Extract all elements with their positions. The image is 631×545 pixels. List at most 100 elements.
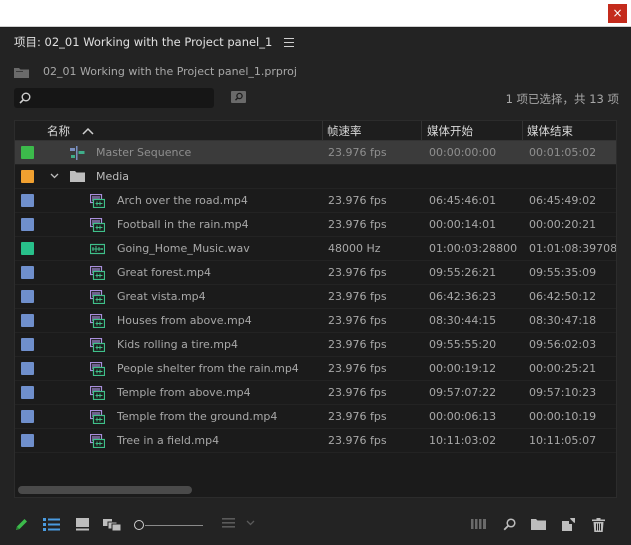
item-frame-rate: 23.976 fps (328, 386, 387, 399)
table-row[interactable]: Kids rolling a tire.mp4 23.976 fps 09:55:5… (15, 333, 616, 357)
table-row[interactable]: Football in the rain.mp4 23.976 fps 00:00:… (15, 213, 616, 237)
item-media-end: 09:57:10:23 (529, 386, 597, 399)
table-header: 名称 帧速率 媒体开始 媒体结束 (15, 121, 616, 141)
item-name: Tree in a field.mp4 (117, 434, 220, 447)
close-window-button[interactable]: × (608, 4, 627, 23)
item-name: Great vista.mp4 (117, 290, 206, 303)
item-media-end: 01:01:08:39708 (529, 242, 617, 255)
table-row[interactable]: Temple from the ground.mp4 23.976 fps 00:0… (15, 405, 616, 429)
project-file-icon (14, 67, 29, 78)
video-clip-icon (90, 410, 105, 424)
horizontal-scrollbar[interactable] (18, 486, 192, 494)
label-color-swatch[interactable] (21, 386, 34, 399)
video-clip-icon (90, 338, 105, 352)
item-name: Going_Home_Music.wav (117, 242, 250, 255)
item-name: Houses from above.mp4 (117, 314, 252, 327)
item-media-start: 00:00:06:13 (429, 410, 497, 423)
item-media-end: 06:45:49:02 (529, 194, 597, 207)
item-frame-rate: 23.976 fps (328, 434, 387, 447)
trash-icon[interactable] (592, 518, 605, 532)
video-clip-icon (90, 314, 105, 328)
item-media-start: 06:45:46:01 (429, 194, 497, 207)
column-divider[interactable] (421, 121, 422, 141)
video-clip-icon (90, 266, 105, 280)
table-body: Master Sequence 23.976 fps 00:00:00:00 00:0… (15, 141, 617, 453)
label-color-swatch[interactable] (21, 434, 34, 447)
panel-menu-icon[interactable] (284, 37, 295, 47)
item-media-start: 00:00:14:01 (429, 218, 497, 231)
table-row[interactable]: Houses from above.mp4 23.976 fps 08:30:44:… (15, 309, 616, 333)
column-header-media-start[interactable]: 媒体开始 (427, 123, 473, 139)
item-name: Temple from the ground.mp4 (117, 410, 278, 423)
table-row[interactable]: Temple from above.mp4 23.976 fps 09:57:07:… (15, 381, 616, 405)
table-row[interactable]: Media (15, 165, 616, 189)
sequence-icon (70, 146, 85, 160)
sort-ascending-icon (82, 127, 94, 135)
zoom-slider-handle[interactable] (134, 520, 144, 530)
zoom-slider-track[interactable] (145, 525, 203, 526)
column-divider[interactable] (522, 121, 523, 141)
label-color-swatch[interactable] (21, 194, 34, 207)
item-frame-rate: 23.976 fps (328, 338, 387, 351)
column-divider[interactable] (322, 121, 323, 141)
search-input[interactable] (36, 90, 208, 106)
table-row[interactable]: Great vista.mp4 23.976 fps 06:42:36:23 06:4… (15, 285, 616, 309)
table-row[interactable]: Master Sequence 23.976 fps 00:00:00:00 00:0… (15, 141, 616, 165)
item-media-end: 00:00:25:21 (529, 362, 597, 375)
new-bin-icon[interactable] (531, 518, 546, 530)
panel-title[interactable]: 项目: 02_01 Working with the Project panel… (14, 34, 272, 50)
item-media-end: 00:00:20:21 (529, 218, 597, 231)
column-header-frame-rate[interactable]: 帧速率 (327, 123, 362, 139)
item-name: Great forest.mp4 (117, 266, 212, 279)
label-color-swatch[interactable] (21, 338, 34, 351)
item-frame-rate: 23.976 fps (328, 146, 387, 159)
item-media-start: 06:42:36:23 (429, 290, 497, 303)
video-clip-icon (90, 290, 105, 304)
chevron-down-icon[interactable] (246, 520, 255, 526)
search-box[interactable] (14, 88, 214, 108)
label-color-swatch[interactable] (21, 410, 34, 423)
item-media-end: 08:30:47:18 (529, 314, 597, 327)
expand-chevron-icon[interactable] (50, 173, 59, 179)
label-color-swatch[interactable] (21, 314, 34, 327)
automate-to-sequence-icon[interactable] (471, 518, 486, 530)
label-color-swatch[interactable] (21, 170, 34, 183)
label-color-swatch[interactable] (21, 290, 34, 303)
item-media-end: 00:01:05:02 (529, 146, 597, 159)
icon-view-icon[interactable] (76, 518, 89, 531)
new-item-icon[interactable] (562, 518, 575, 531)
column-header-name[interactable]: 名称 (47, 123, 94, 139)
item-media-start: 00:00:19:12 (429, 362, 497, 375)
item-name: Media (96, 170, 130, 183)
item-media-start: 01:00:03:28800 (429, 242, 518, 255)
video-clip-icon (90, 434, 105, 448)
label-color-swatch[interactable] (21, 146, 34, 159)
freeform-view-icon[interactable] (103, 518, 121, 531)
item-media-end: 10:11:05:07 (529, 434, 597, 447)
column-header-media-end[interactable]: 媒体结束 (527, 123, 573, 139)
table-row[interactable]: Arch over the road.mp4 23.976 fps 06:45:46… (15, 189, 616, 213)
find-icon[interactable] (503, 518, 516, 531)
find-icon[interactable] (231, 91, 246, 103)
sort-icon[interactable] (222, 518, 237, 530)
folder-icon (70, 171, 85, 182)
item-media-start: 10:11:03:02 (429, 434, 497, 447)
label-color-swatch[interactable] (21, 362, 34, 375)
item-media-end: 09:55:35:09 (529, 266, 597, 279)
item-frame-rate: 23.976 fps (328, 290, 387, 303)
table-row[interactable]: Great forest.mp4 23.976 fps 09:55:26:21 09:… (15, 261, 616, 285)
label-color-swatch[interactable] (21, 266, 34, 279)
project-file-name: 02_01 Working with the Project panel_1.p… (43, 65, 297, 78)
table-row[interactable]: Tree in a field.mp4 23.976 fps 10:11:03:02… (15, 429, 616, 453)
list-view-icon[interactable] (43, 518, 60, 531)
pencil-icon[interactable] (14, 517, 29, 532)
table-row[interactable]: Going_Home_Music.wav 48000 Hz 01:00:03:288… (15, 237, 617, 261)
item-name: Football in the rain.mp4 (117, 218, 249, 231)
item-media-start: 00:00:00:00 (429, 146, 497, 159)
table-row[interactable]: People shelter from the rain.mp4 23.976 f… (15, 357, 616, 381)
video-clip-icon (90, 386, 105, 400)
item-frame-rate: 23.976 fps (328, 314, 387, 327)
item-media-end: 06:42:50:12 (529, 290, 597, 303)
label-color-swatch[interactable] (21, 218, 34, 231)
label-color-swatch[interactable] (21, 242, 34, 255)
